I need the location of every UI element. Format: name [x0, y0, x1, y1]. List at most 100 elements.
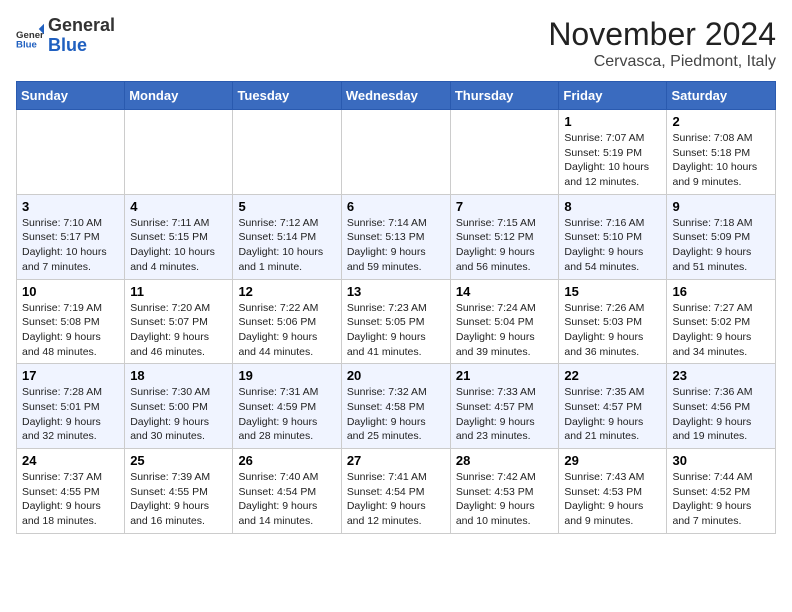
calendar-cell: 2Sunrise: 7:08 AM Sunset: 5:18 PM Daylig…	[667, 110, 776, 195]
week-row-4: 17 Sunrise: 7:28 AM Sunset: 5:01 PM Dayli…	[17, 364, 776, 449]
logo: General Blue General Blue	[16, 16, 115, 56]
calendar-cell: 25 Sunrise: 7:39 AM Sunset: 4:55 PM Dayli…	[125, 449, 233, 534]
calendar-cell: 23 Sunrise: 7:36 AM Sunset: 4:56 PM Dayli…	[667, 364, 776, 449]
week-row-3: 10 Sunrise: 7:19 AM Sunset: 5:08 PM Dayli…	[17, 279, 776, 364]
day-number: 19	[238, 368, 335, 383]
day-info: Sunrise: 7:15 AM Sunset: 5:12 PM Dayligh…	[456, 216, 554, 275]
day-info: Sunrise: 7:19 AM Sunset: 5:08 PM Dayligh…	[22, 301, 119, 360]
weekday-header-friday: Friday	[559, 82, 667, 110]
logo-blue: Blue	[48, 35, 87, 55]
calendar-cell: 8Sunrise: 7:16 AM Sunset: 5:10 PM Daylig…	[559, 194, 667, 279]
day-number: 21	[456, 368, 554, 383]
calendar-cell	[341, 110, 450, 195]
day-info: Sunrise: 7:32 AM Sunset: 4:58 PM Dayligh…	[347, 385, 445, 444]
day-number: 20	[347, 368, 445, 383]
day-info: Sunrise: 7:31 AM Sunset: 4:59 PM Dayligh…	[238, 385, 335, 444]
day-info: Sunrise: 7:42 AM Sunset: 4:53 PM Dayligh…	[456, 470, 554, 529]
calendar-cell: 19 Sunrise: 7:31 AM Sunset: 4:59 PM Dayli…	[233, 364, 341, 449]
calendar-cell: 7 Sunrise: 7:15 AM Sunset: 5:12 PM Daylig…	[450, 194, 559, 279]
calendar-cell: 18 Sunrise: 7:30 AM Sunset: 5:00 PM Dayli…	[125, 364, 233, 449]
calendar-cell: 24 Sunrise: 7:37 AM Sunset: 4:55 PM Dayli…	[17, 449, 125, 534]
day-number: 8	[564, 199, 661, 214]
calendar-cell: 22Sunrise: 7:35 AM Sunset: 4:57 PM Dayli…	[559, 364, 667, 449]
calendar-cell: 11 Sunrise: 7:20 AM Sunset: 5:07 PM Dayli…	[125, 279, 233, 364]
day-number: 26	[238, 453, 335, 468]
day-number: 23	[672, 368, 770, 383]
day-info: Sunrise: 7:12 AM Sunset: 5:14 PM Dayligh…	[238, 216, 335, 275]
day-number: 9	[672, 199, 770, 214]
calendar-cell: 21Sunrise: 7:33 AM Sunset: 4:57 PM Dayli…	[450, 364, 559, 449]
day-info: Sunrise: 7:28 AM Sunset: 5:01 PM Dayligh…	[22, 385, 119, 444]
calendar-cell: 5 Sunrise: 7:12 AM Sunset: 5:14 PM Daylig…	[233, 194, 341, 279]
calendar-cell: 3Sunrise: 7:10 AM Sunset: 5:17 PM Daylig…	[17, 194, 125, 279]
calendar-cell	[125, 110, 233, 195]
calendar-cell: 15Sunrise: 7:26 AM Sunset: 5:03 PM Dayli…	[559, 279, 667, 364]
day-info: Sunrise: 7:08 AM Sunset: 5:18 PM Dayligh…	[672, 131, 770, 190]
day-number: 7	[456, 199, 554, 214]
day-info: Sunrise: 7:18 AM Sunset: 5:09 PM Dayligh…	[672, 216, 770, 275]
calendar-cell: 20 Sunrise: 7:32 AM Sunset: 4:58 PM Dayli…	[341, 364, 450, 449]
weekday-header-thursday: Thursday	[450, 82, 559, 110]
svg-text:Blue: Blue	[16, 39, 37, 50]
day-number: 3	[22, 199, 119, 214]
day-number: 30	[672, 453, 770, 468]
day-info: Sunrise: 7:07 AM Sunset: 5:19 PM Dayligh…	[564, 131, 661, 190]
day-info: Sunrise: 7:23 AM Sunset: 5:05 PM Dayligh…	[347, 301, 445, 360]
day-number: 27	[347, 453, 445, 468]
day-number: 13	[347, 284, 445, 299]
logo-general: General	[48, 15, 115, 35]
day-number: 12	[238, 284, 335, 299]
calendar-cell: 14Sunrise: 7:24 AM Sunset: 5:04 PM Dayli…	[450, 279, 559, 364]
day-number: 29	[564, 453, 661, 468]
day-info: Sunrise: 7:20 AM Sunset: 5:07 PM Dayligh…	[130, 301, 227, 360]
day-number: 16	[672, 284, 770, 299]
day-number: 17	[22, 368, 119, 383]
day-number: 11	[130, 284, 227, 299]
day-info: Sunrise: 7:30 AM Sunset: 5:00 PM Dayligh…	[130, 385, 227, 444]
weekday-header-tuesday: Tuesday	[233, 82, 341, 110]
day-info: Sunrise: 7:36 AM Sunset: 4:56 PM Dayligh…	[672, 385, 770, 444]
calendar-cell: 16 Sunrise: 7:27 AM Sunset: 5:02 PM Dayli…	[667, 279, 776, 364]
weekday-header-row: SundayMondayTuesdayWednesdayThursdayFrid…	[17, 82, 776, 110]
calendar-cell	[17, 110, 125, 195]
calendar-cell: 29Sunrise: 7:43 AM Sunset: 4:53 PM Dayli…	[559, 449, 667, 534]
day-number: 18	[130, 368, 227, 383]
weekday-header-saturday: Saturday	[667, 82, 776, 110]
day-number: 14	[456, 284, 554, 299]
calendar-cell: 9 Sunrise: 7:18 AM Sunset: 5:09 PM Daylig…	[667, 194, 776, 279]
weekday-header-wednesday: Wednesday	[341, 82, 450, 110]
calendar-cell: 13 Sunrise: 7:23 AM Sunset: 5:05 PM Dayli…	[341, 279, 450, 364]
day-number: 22	[564, 368, 661, 383]
calendar-cell	[450, 110, 559, 195]
day-info: Sunrise: 7:37 AM Sunset: 4:55 PM Dayligh…	[22, 470, 119, 529]
day-number: 24	[22, 453, 119, 468]
week-row-2: 3Sunrise: 7:10 AM Sunset: 5:17 PM Daylig…	[17, 194, 776, 279]
calendar-cell: 6Sunrise: 7:14 AM Sunset: 5:13 PM Daylig…	[341, 194, 450, 279]
day-number: 10	[22, 284, 119, 299]
day-info: Sunrise: 7:39 AM Sunset: 4:55 PM Dayligh…	[130, 470, 227, 529]
day-number: 6	[347, 199, 445, 214]
page-header: General Blue General Blue November 2024 …	[16, 16, 776, 71]
calendar-cell: 17 Sunrise: 7:28 AM Sunset: 5:01 PM Dayli…	[17, 364, 125, 449]
day-info: Sunrise: 7:41 AM Sunset: 4:54 PM Dayligh…	[347, 470, 445, 529]
day-info: Sunrise: 7:11 AM Sunset: 5:15 PM Dayligh…	[130, 216, 227, 275]
day-number: 4	[130, 199, 227, 214]
calendar-cell: 1 Sunrise: 7:07 AM Sunset: 5:19 PM Daylig…	[559, 110, 667, 195]
day-number: 1	[564, 114, 661, 129]
day-info: Sunrise: 7:26 AM Sunset: 5:03 PM Dayligh…	[564, 301, 661, 360]
calendar-cell: 26 Sunrise: 7:40 AM Sunset: 4:54 PM Dayli…	[233, 449, 341, 534]
calendar-cell: 30 Sunrise: 7:44 AM Sunset: 4:52 PM Dayli…	[667, 449, 776, 534]
calendar-cell	[233, 110, 341, 195]
day-number: 25	[130, 453, 227, 468]
location: Cervasca, Piedmont, Italy	[548, 53, 776, 71]
calendar-cell: 4 Sunrise: 7:11 AM Sunset: 5:15 PM Daylig…	[125, 194, 233, 279]
logo-icon: General Blue	[16, 22, 44, 50]
calendar-cell: 28Sunrise: 7:42 AM Sunset: 4:53 PM Dayli…	[450, 449, 559, 534]
day-number: 5	[238, 199, 335, 214]
calendar-cell: 27 Sunrise: 7:41 AM Sunset: 4:54 PM Dayli…	[341, 449, 450, 534]
day-info: Sunrise: 7:44 AM Sunset: 4:52 PM Dayligh…	[672, 470, 770, 529]
day-info: Sunrise: 7:40 AM Sunset: 4:54 PM Dayligh…	[238, 470, 335, 529]
calendar-cell: 12Sunrise: 7:22 AM Sunset: 5:06 PM Dayli…	[233, 279, 341, 364]
day-info: Sunrise: 7:27 AM Sunset: 5:02 PM Dayligh…	[672, 301, 770, 360]
week-row-1: 1 Sunrise: 7:07 AM Sunset: 5:19 PM Daylig…	[17, 110, 776, 195]
